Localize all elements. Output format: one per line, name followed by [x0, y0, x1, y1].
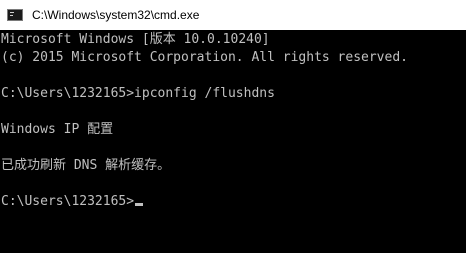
- console-line: (c) 2015 Microsoft Corporation. All righ…: [1, 50, 408, 65]
- console-line: 已成功刷新 DNS 解析缓存。: [1, 158, 171, 173]
- cmd-window: C:\Windows\system32\cmd.exe Microsoft Wi…: [0, 0, 466, 253]
- console-line: Windows IP 配置: [1, 122, 114, 137]
- prompt-line[interactable]: C:\Users\1232165>: [1, 193, 465, 211]
- console-output[interactable]: Microsoft Windows [版本 10.0.10240] (c) 20…: [1, 31, 465, 253]
- window-title: C:\Windows\system32\cmd.exe: [32, 8, 200, 22]
- command-prompt: C:\Users\1232165>: [1, 194, 135, 209]
- console-line: Microsoft Windows [版本 10.0.10240]: [1, 32, 270, 47]
- cmd-icon[interactable]: [7, 9, 23, 21]
- title-bar[interactable]: C:\Windows\system32\cmd.exe: [0, 0, 466, 30]
- text-cursor: [135, 203, 144, 206]
- console-line: C:\Users\1232165>ipconfig /flushdns: [1, 86, 275, 101]
